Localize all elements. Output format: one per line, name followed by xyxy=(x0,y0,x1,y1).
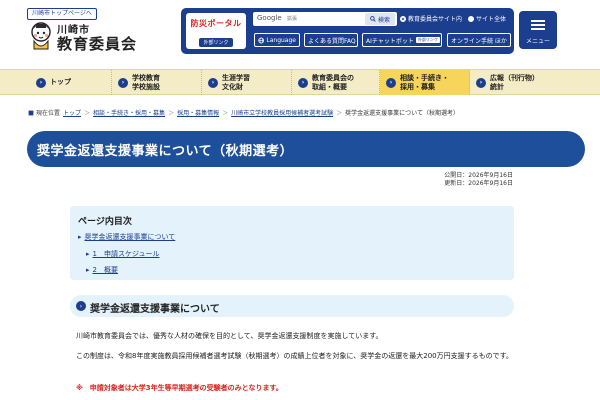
google-label: Google xyxy=(257,14,282,22)
global-nav: › トップ › 学校教育 学校施設 › 生涯学習 文化財 › 教育委員会の 取組・概要… xyxy=(0,69,600,95)
toc-link-label: 奨学金返還支援事業について xyxy=(84,233,176,241)
menu-button[interactable]: メニュー xyxy=(519,11,557,49)
toc-link-label: 1 申請スケジュール xyxy=(92,250,160,258)
city-top-link[interactable]: 川崎市トップページへ xyxy=(27,8,97,20)
toc-link[interactable]: ▸ 奨学金返還支援事業について xyxy=(78,232,175,242)
toc-link-label: 2 概要 xyxy=(92,266,118,274)
breadcrumb-separator: ＞ xyxy=(84,110,91,117)
toc-title: ページ内目次 xyxy=(78,217,132,227)
updated-date: 更新日：2026年9月16日 xyxy=(444,180,513,187)
body-paragraph: この制度は、令和8年度実施教員採用候補者選考試験（秋期選考）の成績上位者を対象に… xyxy=(76,352,513,360)
breadcrumb-link-consult[interactable]: 相談・手続き・採用・募集 xyxy=(93,108,165,117)
published-date: 公開日：2026年9月16日 xyxy=(444,172,513,179)
breadcrumb-separator: ＞ xyxy=(336,110,343,117)
radio-label: 教育委員会サイト内 xyxy=(408,16,463,23)
breadcrumb-separator: ＞ xyxy=(222,110,229,117)
external-link-badge: 外部リンク xyxy=(415,37,440,43)
table-of-contents: ページ内目次 ▸ 奨学金返還支援事業について ▸ 1 申請スケジュール ▸ 2 概要 xyxy=(70,206,514,280)
disaster-portal-button[interactable]: 防災ポータル 外部リンク xyxy=(186,13,246,49)
mascot-logo-icon[interactable] xyxy=(28,21,54,51)
page-title: 奨学金返還支援事業について（秋期選考） xyxy=(37,144,294,159)
nav-item-label: 学校教育 学校施設 xyxy=(132,73,160,91)
globe-icon xyxy=(258,37,265,43)
chevron-right-icon: › xyxy=(208,77,218,88)
breadcrumb-current: 奨学金返還支援事業について（秋期選考） xyxy=(345,110,459,117)
chatbot-button[interactable]: AIチャットボット 外部リンク xyxy=(362,33,442,47)
breadcrumb-separator: ＞ xyxy=(168,110,175,117)
breadcrumb-link-exam[interactable]: 川崎市立学校教員採用候補者選考試験 xyxy=(231,108,333,117)
nav-item-label: 教育委員会の 取組・概要 xyxy=(312,73,354,91)
faq-label: よくある質問FAQ xyxy=(308,37,356,45)
search-box: Google 検索 xyxy=(253,12,397,26)
toc-link[interactable]: ▸ 2 概要 xyxy=(86,265,118,275)
menu-label: メニュー xyxy=(525,38,550,45)
radio-selected-icon xyxy=(400,15,406,22)
nav-item-consult-recruit[interactable]: › 相談・手続き・ 採用・募集 xyxy=(380,70,470,95)
chevron-right-icon: › xyxy=(386,77,396,88)
location-icon xyxy=(28,110,34,115)
section-title: 奨学金返還支援事業について xyxy=(90,304,220,315)
breadcrumb-link-top[interactable]: トップ xyxy=(63,108,81,117)
language-label: Language xyxy=(266,36,296,44)
bullet-icon: ▸ xyxy=(86,250,90,258)
toc-link[interactable]: ▸ 1 申請スケジュール xyxy=(86,249,159,259)
current-location-label: 現在位置 xyxy=(36,110,61,117)
section-heading: › 奨学金返還支援事業について xyxy=(70,295,514,317)
site-header: 川崎市トップページへ 川崎市 教育委員会 防災ポータル 外部リンク Google… xyxy=(0,0,600,66)
nav-item-school-education[interactable]: › 学校教育 学校施設 xyxy=(112,70,202,95)
bullet-icon: ▸ xyxy=(78,233,82,241)
radio-label: サイト全体 xyxy=(476,16,507,23)
site-title[interactable]: 教育委員会 xyxy=(57,33,137,54)
external-link-badge: 外部リンク xyxy=(199,38,233,47)
nav-item-label: トップ xyxy=(50,78,71,86)
nav-item-board-overview[interactable]: › 教育委員会の 取組・概要 xyxy=(292,70,380,95)
chatbot-label: AIチャットボット xyxy=(366,37,414,45)
search-button-label: 検索 xyxy=(377,16,390,24)
body-paragraph: 川崎市教育委員会では、優秀な人材の確保を目的として、奨学金返還支援制度を実施して… xyxy=(76,332,383,340)
faq-button[interactable]: よくある質問FAQ xyxy=(304,33,358,47)
search-icon xyxy=(370,16,376,22)
nav-item-lifelong-learning[interactable]: › 生涯学習 文化財 xyxy=(202,70,292,95)
breadcrumb-link-recruit-info[interactable]: 採用・募集情報 xyxy=(177,108,219,117)
chevron-right-icon: › xyxy=(118,77,128,88)
nav-item-top[interactable]: › トップ xyxy=(30,70,112,95)
publish-dates: 公開日：2026年9月16日 更新日：2026年9月16日 xyxy=(444,172,513,188)
nav-item-publicity[interactable]: › 広報（刊行物） 統計 xyxy=(470,70,560,95)
nav-item-label: 生涯学習 文化財 xyxy=(222,73,250,91)
nav-item-label: 相談・手続き・ 採用・募集 xyxy=(400,73,449,91)
language-button[interactable]: Language xyxy=(254,33,300,47)
chevron-right-icon: › xyxy=(298,77,308,88)
current-location-indicator: 現在位置 xyxy=(28,108,60,117)
breadcrumb: 現在位置 トップ ＞ 相談・手続き・採用・募集 ＞ 採用・募集情報 ＞ 川崎市立… xyxy=(28,108,459,117)
chevron-right-icon: › xyxy=(36,77,46,88)
radio-education-site[interactable]: 教育委員会サイト内 xyxy=(400,14,462,23)
bullet-icon: ▸ xyxy=(86,266,90,274)
radio-unselected-icon xyxy=(468,15,475,22)
search-scope-radios: 教育委員会サイト内 サイト全体 xyxy=(400,14,506,23)
chevron-right-icon: › xyxy=(76,301,86,311)
nav-item-label: 広報（刊行物） 統計 xyxy=(490,73,539,91)
online-procedure-button[interactable]: オンライン手続 ほか xyxy=(447,33,511,47)
disaster-portal-label: 防災ポータル xyxy=(190,19,242,28)
search-input[interactable] xyxy=(287,14,355,24)
page-title-bar: 奨学金返還支援事業について（秋期選考） xyxy=(27,131,585,167)
hamburger-icon xyxy=(531,20,545,30)
chevron-right-icon: › xyxy=(476,77,486,88)
online-procedure-label: オンライン手続 ほか xyxy=(451,37,507,45)
eligibility-note: ※ 申請対象者は大学3年生等早期選考の受験者のみとなります。 xyxy=(76,384,283,392)
search-button[interactable]: 検索 xyxy=(365,13,395,25)
radio-whole-site[interactable]: サイト全体 xyxy=(468,14,506,23)
